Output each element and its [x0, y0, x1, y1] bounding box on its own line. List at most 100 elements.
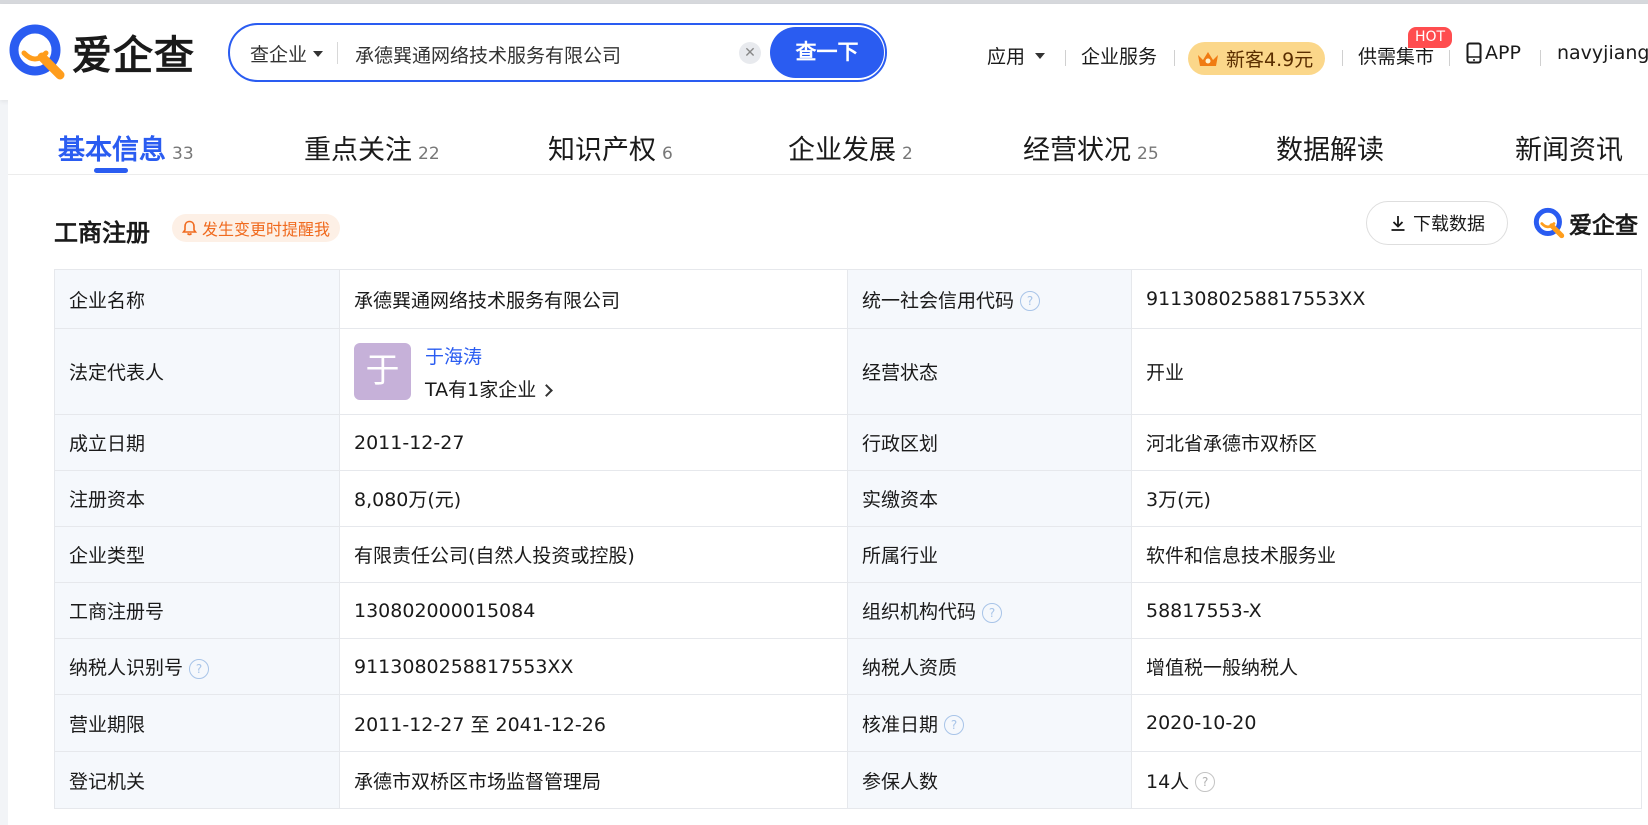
tab-count: 25: [1137, 144, 1159, 164]
tab-operations[interactable]: 经营状况 25: [1023, 128, 1159, 167]
founded-value: 2011-12-27: [339, 414, 848, 471]
field-label-cell: 统一社会信用代码?: [847, 269, 1132, 329]
phone-icon: [1466, 42, 1482, 64]
new-customer-promo[interactable]: 新客4.9元: [1188, 42, 1326, 75]
help-icon[interactable]: ?: [944, 715, 965, 735]
insured-cell: 14人?: [1131, 751, 1642, 809]
tab-label: 数据解读: [1276, 135, 1384, 166]
table-row: 成立日期 2011-12-27 行政区划 河北省承德市双桥区: [54, 414, 1642, 471]
field-label-cell: 纳税人识别号?: [54, 638, 340, 695]
table-row: 企业类型 有限责任公司(自然人投资或控股) 所属行业 软件和信息技术服务业: [54, 526, 1642, 583]
nav-divider: [1342, 50, 1343, 66]
nav-app[interactable]: APP: [1466, 42, 1521, 64]
legal-rep-text: 于海涛 TA有1家企业: [425, 342, 554, 402]
table-row: 纳税人识别号? 9113080258817553XX 纳税人资质 增值税一般纳税…: [54, 638, 1642, 695]
field-label: 纳税人识别号: [69, 657, 184, 679]
field-label: 所属行业: [847, 526, 1132, 583]
field-label-cell: 组织机构代码?: [847, 582, 1132, 639]
field-label: 法定代表人: [54, 328, 340, 415]
logo-text: 爱企查: [72, 33, 195, 79]
approved-value: 2020-10-20: [1131, 694, 1642, 752]
company-type-value: 有限责任公司(自然人投资或控股): [339, 526, 848, 583]
field-label: 注册资本: [54, 470, 340, 527]
remind-label: 发生变更时提醒我: [202, 220, 331, 239]
bell-icon: [182, 220, 197, 236]
reg-capital-value: 8,080万(元): [339, 470, 848, 527]
aiqicha-logo[interactable]: 爱企查: [8, 22, 195, 82]
tab-count: 2: [902, 144, 913, 164]
field-label-cell: 核准日期?: [847, 694, 1132, 752]
tab-ip[interactable]: 知识产权 6: [548, 128, 673, 167]
field-label: 成立日期: [54, 414, 340, 471]
insured-value: 14人: [1146, 770, 1190, 793]
field-label: 实缴资本: [847, 470, 1132, 527]
tab-count: 22: [418, 144, 440, 164]
credit-code-value: 9113080258817553XX: [1131, 269, 1642, 329]
tab-data-insight[interactable]: 数据解读: [1276, 128, 1384, 167]
tab-label: 知识产权: [548, 135, 656, 166]
avatar[interactable]: 于: [354, 343, 411, 400]
tab-development[interactable]: 企业发展 2: [788, 128, 913, 167]
taxpayer-id-value: 9113080258817553XX: [339, 638, 848, 695]
logo-magnifier-icon: [1533, 207, 1565, 239]
field-label: 登记机关: [54, 751, 340, 809]
field-label: 行政区划: [847, 414, 1132, 471]
watermark-logo-text: 爱企查: [1569, 213, 1638, 239]
field-label: 工商注册号: [54, 582, 340, 639]
search-button[interactable]: 查一下: [770, 27, 884, 78]
legal-rep-name-link[interactable]: 于海涛: [425, 342, 551, 369]
field-label: 核准日期: [862, 713, 939, 736]
org-code-value: 58817553-X: [1131, 582, 1642, 639]
table-row: 登记机关 承德市双桥区市场监督管理局 参保人数 14人?: [54, 751, 1642, 809]
help-icon[interactable]: ?: [1195, 772, 1216, 792]
crown-icon: [1198, 51, 1218, 66]
table-row: 注册资本 8,080万(元) 实缴资本 3万(元): [54, 470, 1642, 527]
field-label: 组织机构代码: [862, 601, 977, 623]
change-reminder-button[interactable]: 发生变更时提醒我: [172, 214, 341, 242]
help-icon[interactable]: ?: [1020, 291, 1041, 311]
tab-label: 基本信息: [58, 135, 166, 166]
tab-label: 新闻资讯: [1515, 135, 1623, 166]
tab-label: 重点关注: [304, 135, 412, 166]
field-label: 企业类型: [54, 526, 340, 583]
hot-badge: HOT: [1408, 27, 1453, 48]
tab-basic-info[interactable]: 基本信息 33: [58, 128, 194, 167]
active-tab-indicator: [94, 168, 128, 173]
field-label: 营业期限: [54, 694, 340, 752]
download-data-button[interactable]: 下载数据: [1366, 201, 1508, 245]
nav-enterprise-service[interactable]: 企业服务: [1081, 42, 1157, 69]
table-row: 企业名称 承德巽通网络技术服务有限公司 统一社会信用代码? 9113080258…: [54, 269, 1642, 329]
legal-rep-cell: 于 于海涛 TA有1家企业: [339, 328, 848, 415]
tab-label: 经营状况: [1023, 135, 1131, 166]
company-name-value: 承德巽通网络技术服务有限公司: [339, 269, 848, 329]
nav-divider: [1174, 50, 1175, 66]
download-label: 下载数据: [1413, 214, 1485, 235]
top-header: 爱企查 查企业 ✕ 查一下 应用 企业服务 新客4.9元 供需集市 HOT AP: [0, 4, 1648, 100]
nav-apps[interactable]: 应用: [987, 42, 1046, 69]
help-icon[interactable]: ?: [189, 658, 210, 679]
field-label: 经营状态: [847, 328, 1132, 415]
download-icon: [1391, 216, 1405, 231]
tab-count: 6: [662, 144, 673, 164]
help-icon[interactable]: ?: [982, 602, 1003, 623]
tab-key-focus[interactable]: 重点关注 22: [304, 128, 440, 167]
tab-news[interactable]: 新闻资讯: [1515, 128, 1623, 167]
clear-search-icon[interactable]: ✕: [739, 42, 761, 64]
search-type-label: 查企业: [250, 44, 308, 66]
nav-divider: [1449, 50, 1450, 66]
term-value: 2011-12-27 至 2041-12-26: [339, 694, 848, 752]
tab-label: 企业发展: [788, 135, 896, 166]
field-label: 企业名称: [54, 269, 340, 329]
chevron-right-icon: [540, 383, 554, 397]
search-type-dropdown[interactable]: 查企业: [250, 40, 324, 67]
legal-rep-companies-link[interactable]: TA有1家企业: [425, 375, 554, 402]
caret-down-icon: [313, 50, 324, 57]
nav-divider: [1540, 50, 1541, 66]
user-account[interactable]: navyjiang0: [1557, 42, 1648, 64]
reg-no-value: 130802000015084: [339, 582, 848, 639]
search-divider: [337, 42, 338, 64]
authority-value: 承德市双桥区市场监督管理局: [339, 751, 848, 809]
nav-divider: [1065, 50, 1066, 66]
chevron-down-icon: [1035, 52, 1046, 59]
legal-rep-card: 于 于海涛 TA有1家企业: [354, 342, 847, 402]
